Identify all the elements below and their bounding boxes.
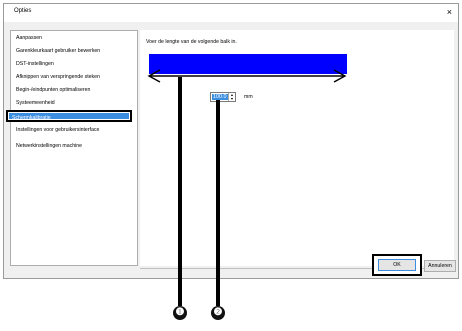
annotation-overlay <box>147 69 347 306</box>
callout-1: ❶ <box>173 306 187 320</box>
callout-2: ❷ <box>211 306 225 320</box>
